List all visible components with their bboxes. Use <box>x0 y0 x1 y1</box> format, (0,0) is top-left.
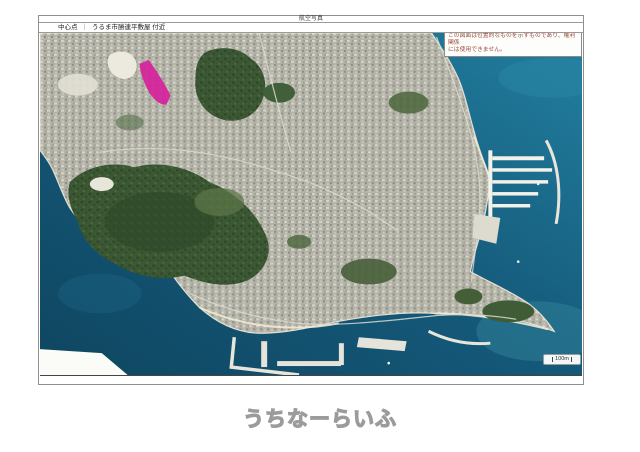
watermark: うちなーらいふ <box>0 403 640 433</box>
ball-field <box>90 177 114 191</box>
watermark-text: うちなーらいふ <box>243 408 397 431</box>
scale-label: 100m <box>555 357 569 362</box>
marina-finger-2 <box>492 168 552 171</box>
disclaimer-box: この図面は位置的なものを示すものであり、権利関係 には使用できません。 <box>444 33 582 57</box>
disclaimer-line-2: には使用できません。 <box>448 47 578 54</box>
aerial-map: この図面は位置的なものを示すものであり、権利関係 には使用できません。 100m… <box>40 33 582 376</box>
forest-patch-7 <box>116 115 144 131</box>
boat-3 <box>387 362 390 365</box>
forest-patch-3 <box>389 92 429 114</box>
port-pier-2 <box>277 361 341 366</box>
forest-light-patch <box>194 188 244 216</box>
scanned-page: 航空写真 中心点 ｜うるま市勝連平敷屋 付近 <box>0 0 640 452</box>
boat-1 <box>517 260 520 263</box>
center-point-label: 中心点 <box>58 24 78 31</box>
page-title: 航空写真 <box>299 16 323 22</box>
scale-tick-left <box>552 357 553 362</box>
boat-2 <box>537 183 539 185</box>
marina-finger-1 <box>492 156 544 160</box>
forest-patch-4 <box>482 300 534 322</box>
print-info: 印刷日時:2020/03/18 17:59:52 <box>499 376 580 377</box>
separator: ｜ <box>82 24 89 31</box>
page-border: 航空写真 中心点 ｜うるま市勝連平敷屋 付近 <box>38 15 584 385</box>
port-pier-1 <box>261 341 267 367</box>
scale-tick-right <box>571 357 572 362</box>
marina-finger-3 <box>492 180 548 183</box>
aerial-photo-svg <box>40 33 582 375</box>
forest-patch-2 <box>341 259 397 285</box>
scale-bar: 100m <box>543 354 581 365</box>
disclaimer-line-1: この図面は位置的なものを示すものであり、権利関係 <box>448 33 578 47</box>
forest-patch-6 <box>287 235 311 249</box>
forest-patch-1 <box>263 83 295 103</box>
shallow-water-bay <box>58 274 142 314</box>
map-title-bar: 航空写真 <box>39 16 583 23</box>
marina-finger-5 <box>492 204 530 207</box>
forest-patch-5 <box>454 289 482 305</box>
location-text: うるま市勝連平敷屋 付近 <box>92 24 165 31</box>
map-meta-bar: 中心点 ｜うるま市勝連平敷屋 付近 <box>39 23 583 33</box>
open-field <box>58 74 98 96</box>
marina-finger-4 <box>492 192 538 195</box>
port-pier-3 <box>339 343 344 365</box>
